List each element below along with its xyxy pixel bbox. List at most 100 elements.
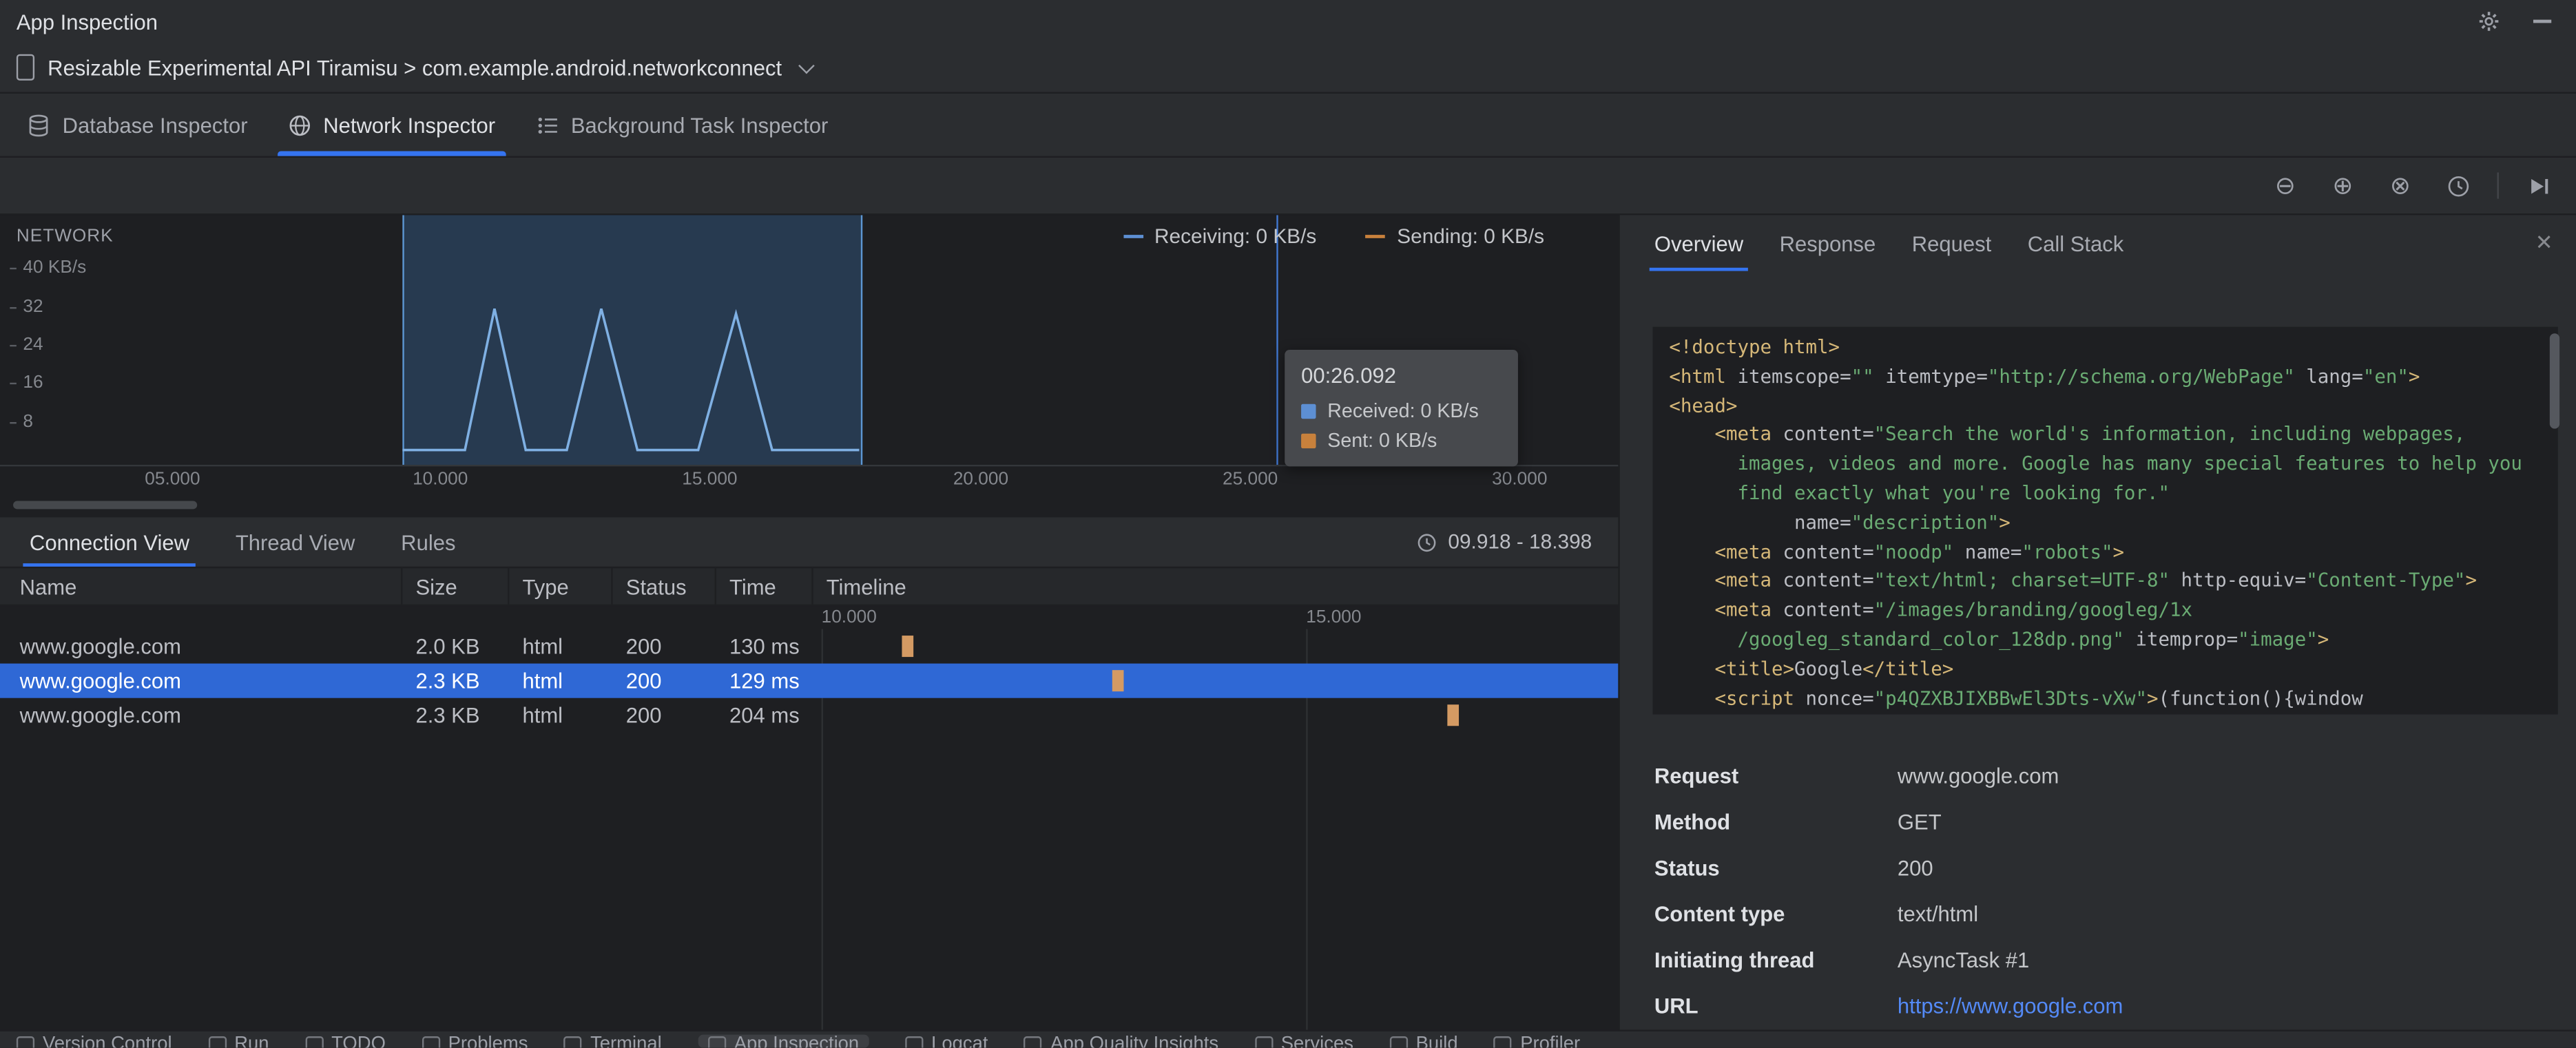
y-axis-tick: 32 xyxy=(10,297,43,317)
code-line: <meta content="text/html; charset=UTF-8"… xyxy=(1714,569,2477,592)
close-icon[interactable]: ✕ xyxy=(2528,227,2559,260)
field-label: Status xyxy=(1654,855,1720,881)
toolwindow-label: App Quality Insights xyxy=(1050,1034,1219,1048)
legend-sending-label: Sending: 0 KB/s xyxy=(1397,224,1545,249)
toolwindow-button[interactable]: Version Control xyxy=(16,1034,172,1048)
col-header-name[interactable]: Name xyxy=(0,568,403,605)
device-icon xyxy=(16,54,35,81)
process-selector[interactable]: Resizable Experimental API Tiramisu > co… xyxy=(48,55,782,80)
receiving-swatch-icon xyxy=(1123,235,1143,238)
cell-status: 200 xyxy=(625,702,662,728)
zoom-in-icon[interactable]: ⊕ xyxy=(2325,167,2360,203)
scrollbar-thumb[interactable] xyxy=(13,501,198,510)
tab-background-task-inspector[interactable]: Background Task Inspector xyxy=(515,94,848,156)
time-range-label: 09.918 - 18.398 xyxy=(1448,530,1592,554)
toolwindow-button[interactable]: Problems xyxy=(422,1035,528,1048)
y-axis-tick: 24 xyxy=(10,335,43,355)
details-panel: Overview Response Request Call Stack ✕ <… xyxy=(1618,215,2576,1030)
toolwindow-button[interactable]: Logcat xyxy=(904,1035,988,1048)
time-range: 09.918 - 18.398 xyxy=(1417,517,1592,567)
x-axis-tick: 30.000 xyxy=(1492,470,1548,490)
toolwindow-icon xyxy=(904,1036,924,1048)
code-line: <head> xyxy=(1669,393,1738,417)
legend-receiving: Receiving: 0 KB/s xyxy=(1123,225,1316,248)
chart-title: NETWORK xyxy=(16,227,114,247)
code-line: <meta content="Search the world's inform… xyxy=(1714,422,2466,446)
detail-field: Status 200 xyxy=(1654,856,2550,882)
tab-label: Background Task Inspector xyxy=(570,112,829,138)
col-header-size[interactable]: Size xyxy=(402,568,510,605)
col-header-type[interactable]: Type xyxy=(509,568,613,605)
col-header-time[interactable]: Time xyxy=(716,568,813,605)
toolwindow-label: Version Control xyxy=(43,1034,172,1048)
detail-field: Method GET xyxy=(1654,810,2550,836)
toolwindow-label: App Inspection xyxy=(734,1034,860,1048)
toolwindow-button[interactable]: Run xyxy=(208,1035,269,1048)
field-value: text/html xyxy=(1897,901,1979,927)
network-panel: NETWORK Receiving: 0 KB/s Sending: 0 KB/… xyxy=(0,215,1619,1030)
tab-network-inspector[interactable]: Network Inspector xyxy=(267,94,515,156)
toolwindow-button[interactable]: Terminal xyxy=(563,1035,662,1048)
code-view[interactable]: <!doctype html> <html itemscope="" itemty… xyxy=(1652,326,2558,715)
settings-gear-icon[interactable] xyxy=(2474,7,2504,36)
col-header-status[interactable]: Status xyxy=(613,568,716,605)
toolwindow-icon xyxy=(16,1036,35,1048)
tab-database-inspector[interactable]: Database Inspector xyxy=(7,94,268,156)
toolwindow-label: Problems xyxy=(448,1034,528,1048)
tab-thread-view[interactable]: Thread View xyxy=(212,517,377,567)
tooltip-received: Received: 0 KB/s xyxy=(1301,399,1502,422)
database-icon xyxy=(26,112,51,137)
toolwindow-button[interactable]: TODO xyxy=(305,1035,386,1048)
cell-timeline xyxy=(813,629,1619,664)
network-chart[interactable]: NETWORK Receiving: 0 KB/s Sending: 0 KB/… xyxy=(0,215,1619,467)
cell-time: 204 ms xyxy=(729,702,800,728)
cell-size: 2.3 KB xyxy=(415,668,480,693)
code-line: <!doctype html> xyxy=(1669,335,1840,358)
scale-wrapper: App Inspection Resizable Experimental AP… xyxy=(0,0,2576,1048)
detail-field: URL https://www.google.com xyxy=(1654,994,2550,1020)
sending-swatch-icon xyxy=(1365,235,1386,238)
tab-response[interactable]: Response xyxy=(1761,215,1893,271)
field-value: www.google.com xyxy=(1897,764,2059,788)
col-header-timeline[interactable]: Timeline xyxy=(813,568,1619,604)
cell-name: www.google.com xyxy=(19,668,182,693)
toolwindow-button[interactable]: App Inspection xyxy=(698,1034,869,1048)
toolwindow-button[interactable]: Build xyxy=(1389,1035,1458,1048)
code-scrollbar[interactable] xyxy=(2549,333,2560,429)
tab-request[interactable]: Request xyxy=(1894,215,2010,271)
chart-legend: Receiving: 0 KB/s Sending: 0 KB/s xyxy=(1123,225,1544,248)
column-bar xyxy=(613,606,716,631)
toolwindow-button[interactable]: Services xyxy=(1254,1035,1353,1048)
cell-size: 2.0 KB xyxy=(415,633,480,659)
timeline-tick: 10.000 xyxy=(821,607,877,628)
code-line: images, videos and more. Google has many… xyxy=(1669,452,2522,475)
minimize-icon[interactable] xyxy=(2526,7,2556,36)
table-row[interactable]: www.google.com 2.0 KB html 200 130 ms xyxy=(0,629,1618,664)
toolwindow-icon xyxy=(208,1036,227,1048)
reset-zoom-icon[interactable]: ⊗ xyxy=(2382,167,2418,203)
table-row[interactable]: www.google.com 2.3 KB html 200 129 ms xyxy=(0,663,1619,698)
go-live-icon[interactable] xyxy=(2520,167,2556,203)
toolwindow-icon xyxy=(1494,1036,1513,1048)
connections-pane: Connection View Thread View Rules 09.918… xyxy=(0,515,1619,1030)
column-bar xyxy=(402,606,509,631)
main-content: NETWORK Receiving: 0 KB/s Sending: 0 KB/… xyxy=(0,215,2576,1030)
tab-call-stack[interactable]: Call Stack xyxy=(2009,215,2141,271)
toolwindow-label: TODO xyxy=(331,1034,386,1048)
toolwindow-button[interactable]: App Quality Insights xyxy=(1024,1035,1218,1048)
table-subheader: 10.000 15.000 xyxy=(0,606,1619,631)
toolwindow-button[interactable]: Profiler xyxy=(1494,1035,1580,1048)
chevron-down-icon[interactable] xyxy=(798,56,815,74)
field-label: Method xyxy=(1654,809,1731,835)
tab-rules[interactable]: Rules xyxy=(378,517,479,567)
code-line: /googleg_standard_color_128dp.png" itemp… xyxy=(1669,627,2329,651)
table-row[interactable]: www.google.com 2.3 KB html 200 204 ms xyxy=(0,698,1618,733)
tab-overview[interactable]: Overview xyxy=(1637,215,1762,271)
zoom-to-selection-clock-icon[interactable] xyxy=(2440,167,2475,203)
chart-tooltip: 00:26.092 Received: 0 KB/s Sent: 0 KB/s xyxy=(1285,350,1518,467)
tab-connection-view[interactable]: Connection View xyxy=(7,517,213,567)
chart-scrollbar-track xyxy=(0,496,1619,516)
url-link[interactable]: https://www.google.com xyxy=(1898,994,2123,1020)
request-timeline-marker xyxy=(1112,670,1124,692)
zoom-out-icon[interactable]: ⊖ xyxy=(2267,167,2303,203)
